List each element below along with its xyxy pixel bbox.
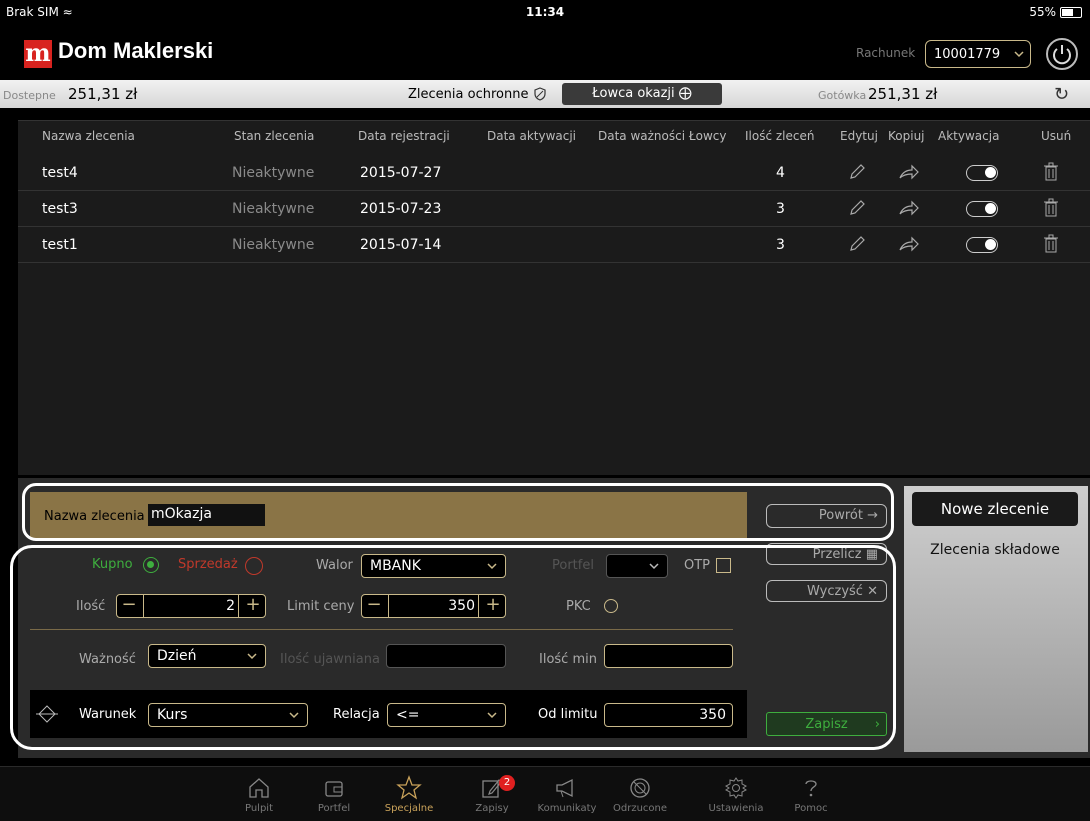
logout-button[interactable] [1046, 38, 1078, 70]
battery-indicator: 55% [1029, 5, 1082, 19]
tab-specjalne[interactable]: Specjalne [372, 773, 446, 814]
col-delete: Usuń [1041, 129, 1072, 143]
help-icon [774, 773, 848, 803]
row-state: Nieaktywne [232, 165, 315, 181]
table-row[interactable]: test1 Nieaktywne 2015-07-14 3 [18, 227, 1090, 263]
highlight-ring [10, 545, 896, 750]
available-value: 251,31 zł [68, 85, 138, 103]
row-count: 3 [776, 201, 785, 217]
home-icon [222, 773, 296, 803]
col-edit: Edytuj [840, 129, 878, 143]
highlight-ring [22, 483, 894, 541]
table-row[interactable]: test4 Nieaktywne 2015-07-27 4 [18, 155, 1090, 191]
tab-ustawienia[interactable]: Ustawienia [699, 773, 773, 814]
row-registered: 2015-07-27 [360, 165, 442, 181]
row-registered: 2015-07-23 [360, 201, 442, 217]
activation-toggle[interactable] [966, 165, 998, 181]
col-state: Stan zlecenia [234, 129, 315, 143]
tab-pomoc[interactable]: Pomoc [774, 773, 848, 814]
protective-orders-tab[interactable]: Zlecenia ochronne [408, 87, 528, 102]
cash-value: 251,31 zł [868, 85, 938, 103]
power-icon [1053, 45, 1071, 65]
crosshair-icon: ⨁ [678, 86, 692, 101]
row-state: Nieaktywne [232, 237, 315, 253]
new-order-button[interactable]: Nowe zlecenie [912, 492, 1078, 526]
row-count: 3 [776, 237, 785, 253]
activation-toggle[interactable] [966, 237, 998, 253]
col-copy: Kopiuj [888, 129, 925, 143]
edit-icon [455, 773, 529, 803]
share-icon[interactable] [898, 163, 920, 181]
row-name: test3 [42, 201, 78, 217]
row-name: test4 [42, 165, 78, 181]
row-count: 4 [776, 165, 785, 181]
trash-icon[interactable] [1043, 162, 1059, 182]
shield-icon [533, 87, 547, 101]
app-header: m Dom Maklerski Rachunek 10001779 [0, 26, 1090, 80]
tab-pulpit[interactable]: Pulpit [222, 773, 296, 814]
share-icon[interactable] [898, 235, 920, 253]
trash-icon[interactable] [1043, 198, 1059, 218]
battery-icon [1060, 6, 1082, 18]
pencil-icon[interactable] [848, 199, 866, 217]
tab-portfel[interactable]: Portfel [297, 773, 371, 814]
row-registered: 2015-07-14 [360, 237, 442, 253]
tab-odrzucone[interactable]: Odrzucone [603, 773, 677, 814]
notification-badge: 2 [499, 775, 515, 791]
opportunity-hunter-tab[interactable]: Łowca okazji ⨁ [562, 83, 722, 105]
star-icon [372, 773, 446, 803]
pencil-icon[interactable] [848, 235, 866, 253]
gear-icon [699, 773, 773, 803]
trash-icon[interactable] [1043, 234, 1059, 254]
clock: 11:34 [525, 5, 565, 19]
tab-zapisy[interactable]: Zapisy 2 [455, 773, 529, 814]
component-orders-label: Zlecenia składowe [930, 542, 1060, 558]
account-label: Rachunek [856, 46, 916, 60]
col-name: Nazwa zlecenia [42, 129, 135, 143]
share-icon[interactable] [898, 199, 920, 217]
activation-toggle[interactable] [966, 201, 998, 217]
row-state: Nieaktywne [232, 201, 315, 217]
pencil-icon[interactable] [848, 163, 866, 181]
col-valid-until: Data ważności Łowcy [598, 129, 727, 143]
refresh-icon[interactable]: ↻ [1054, 84, 1069, 105]
available-label: Dostepne [3, 89, 56, 102]
col-activated: Data aktywacji [487, 129, 577, 143]
col-registered: Data rejestracji [358, 129, 450, 143]
brand-name: Dom Maklerski [58, 38, 214, 63]
table-row[interactable]: test3 Nieaktywne 2015-07-23 3 [18, 191, 1090, 227]
cash-label: Gotówka [818, 89, 867, 102]
col-count: Ilość zleceń [745, 129, 815, 143]
account-select[interactable]: 10001779 [925, 40, 1031, 68]
chevron-down-icon [1014, 47, 1024, 61]
row-name: test1 [42, 237, 78, 253]
info-bar: Dostepne 251,31 zł Zlecenia ochronne Łow… [0, 80, 1090, 108]
brand-logo: m [24, 38, 52, 68]
rejected-icon [603, 773, 677, 803]
megaphone-icon [530, 773, 604, 803]
wallet-icon [297, 773, 371, 803]
tab-komunikaty[interactable]: Komunikaty [530, 773, 604, 814]
orders-table: Nazwa zlecenia Stan zlecenia Data rejest… [18, 120, 1090, 475]
bottom-tab-bar: Pulpit Portfel Specjalne Zapisy 2 Komuni… [0, 766, 1090, 821]
col-activation: Aktywacja [938, 129, 1000, 143]
status-bar: Brak SIM ≈ 11:34 55% [0, 0, 1090, 26]
